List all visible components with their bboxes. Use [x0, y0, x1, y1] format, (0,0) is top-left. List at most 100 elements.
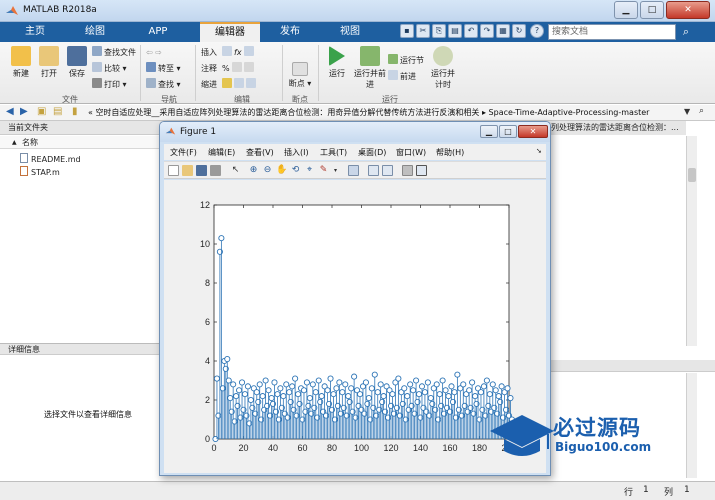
tab-publish[interactable]: 发布: [265, 22, 315, 42]
stem-marker: [244, 383, 251, 390]
file-item[interactable]: STAP.m: [20, 166, 60, 178]
tab-view[interactable]: 视图: [325, 22, 375, 42]
tab-plots[interactable]: 绘图: [70, 22, 120, 42]
zoom-out-icon[interactable]: ⊖: [262, 165, 273, 176]
menu-window[interactable]: 窗口(W): [396, 147, 426, 158]
dock-arrow-icon[interactable]: ➘: [536, 147, 542, 155]
new-button[interactable]: 新建: [8, 46, 34, 79]
comment-button[interactable]: 注释: [201, 62, 217, 75]
brush-dropdown-icon[interactable]: ▾: [330, 165, 341, 176]
y-tick-label: 6: [205, 317, 210, 327]
breakpoints-button[interactable]: 断点 ▾: [286, 62, 314, 89]
menu-desktop[interactable]: 桌面(D): [358, 147, 386, 158]
find-files-button[interactable]: 查找文件: [92, 46, 136, 59]
find-button[interactable]: 查找 ▾: [146, 78, 181, 91]
y-tick-label: 2: [205, 395, 210, 405]
open-button[interactable]: 打开: [36, 46, 62, 79]
back-button[interactable]: ⇦ ⇨: [146, 46, 162, 59]
run-section-button[interactable]: 运行节: [388, 54, 424, 67]
zoom-in-icon[interactable]: ⊕: [248, 165, 259, 176]
run-section-icon: [388, 54, 398, 64]
pointer-icon[interactable]: ↖: [230, 165, 241, 176]
search-folder-icon[interactable]: ⌕: [699, 106, 704, 116]
vertical-scrollbar[interactable]: [686, 136, 697, 346]
run-button[interactable]: 运行: [322, 46, 352, 79]
stem-marker: [351, 373, 358, 380]
new-figure-icon[interactable]: [168, 165, 179, 176]
edit-tools-row1[interactable]: fx: [222, 46, 256, 59]
x-tick-label: 120: [383, 443, 398, 453]
menu-edit[interactable]: 编辑(E): [208, 147, 235, 158]
stem-marker: [330, 391, 337, 398]
path-dropdown-icon[interactable]: ▼: [684, 107, 690, 116]
stem-marker: [492, 387, 499, 394]
print-figure-icon[interactable]: [210, 165, 221, 176]
right-panel-header: 列处理算法的雷达距离合位检测：...: [548, 121, 686, 135]
tab-home[interactable]: 主页: [10, 22, 60, 42]
switch-windows-icon[interactable]: ▦: [496, 24, 510, 38]
tab-editor[interactable]: 编辑器: [200, 22, 260, 42]
compare-button[interactable]: 比较 ▾: [92, 62, 127, 75]
open-file-icon[interactable]: [182, 165, 193, 176]
print-button[interactable]: 打印 ▾: [92, 78, 127, 91]
rotate-icon[interactable]: ⟲: [290, 165, 301, 176]
stem-marker: [315, 377, 322, 384]
search-input[interactable]: 搜索文档: [548, 24, 676, 40]
colorbar-icon[interactable]: [368, 165, 379, 176]
search-icon[interactable]: ⌕: [678, 24, 694, 40]
close-button[interactable]: ✕: [666, 1, 710, 19]
back-arrow-icon[interactable]: ◀: [6, 106, 14, 117]
forward-arrow-icon[interactable]: ▶: [20, 106, 28, 117]
menu-insert[interactable]: 插入(I): [284, 147, 309, 158]
stem-marker: [283, 381, 290, 388]
figure-minimize-button[interactable]: ▁: [480, 125, 498, 138]
stem-marker: [418, 383, 426, 390]
browse-folder-icon[interactable]: ▤: [53, 106, 62, 117]
save-button[interactable]: 保存: [64, 46, 90, 79]
stem-marker: [342, 381, 349, 388]
data-cursor-icon[interactable]: ⌖: [304, 165, 315, 176]
menu-file[interactable]: 文件(F): [170, 147, 197, 158]
show-plot-tools-icon[interactable]: [416, 165, 427, 176]
save-figure-icon[interactable]: [196, 165, 207, 176]
stem-marker: [433, 381, 440, 388]
undo-quick-icon[interactable]: ↶: [464, 24, 478, 38]
run-and-time-button[interactable]: 运行并计时: [428, 46, 458, 90]
file-item[interactable]: README.md: [20, 153, 81, 165]
brush-icon[interactable]: ✎: [318, 165, 329, 176]
up-folder-icon[interactable]: ▣: [37, 106, 46, 117]
pan-hand-icon[interactable]: ✋: [276, 165, 287, 176]
maximize-button[interactable]: □: [640, 1, 664, 19]
advance-button[interactable]: 前进: [388, 70, 416, 83]
menu-view[interactable]: 查看(V): [246, 147, 274, 158]
edit-tools-row3[interactable]: [222, 78, 258, 91]
stem-marker: [445, 393, 452, 400]
legend-icon[interactable]: [382, 165, 393, 176]
tab-apps[interactable]: APP: [133, 22, 183, 42]
figure-maximize-button[interactable]: □: [499, 125, 517, 138]
figure-close-button[interactable]: ✕: [518, 125, 548, 138]
run-and-advance-button[interactable]: 运行并前进: [354, 46, 386, 90]
redo-quick-icon[interactable]: ↷: [480, 24, 494, 38]
minimize-button[interactable]: ▁: [614, 1, 638, 19]
cut-quick-icon[interactable]: ✂: [416, 24, 430, 38]
insert-button[interactable]: 插入: [201, 46, 217, 59]
name-column-header[interactable]: ▲ 名称: [0, 136, 162, 149]
indent-button[interactable]: 缩进: [201, 78, 217, 91]
menu-tools[interactable]: 工具(T): [320, 147, 347, 158]
menu-help[interactable]: 帮助(H): [436, 147, 464, 158]
stem-marker: [365, 394, 372, 402]
copy-quick-icon[interactable]: ⎘: [432, 24, 446, 38]
hide-plot-tools-icon[interactable]: [402, 165, 413, 176]
link-plot-icon[interactable]: [348, 165, 359, 176]
x-tick-label: 40: [268, 443, 278, 453]
help-button[interactable]: ?: [530, 24, 544, 38]
edit-tools-row2[interactable]: %: [222, 62, 256, 75]
goto-button[interactable]: 转至 ▾: [146, 62, 181, 75]
scrollbar-thumb[interactable]: [688, 168, 696, 182]
paste-quick-icon[interactable]: ▤: [448, 24, 462, 38]
refresh-icon[interactable]: ↻: [512, 24, 526, 38]
save-quick-icon[interactable]: ▪: [400, 24, 414, 38]
ribbon-divider: [140, 45, 141, 101]
current-folder-path[interactable]: « 空时自适应处理__采用自适应阵列处理算法的雷达距离合位检测：用奇异值分解代替…: [88, 107, 688, 118]
